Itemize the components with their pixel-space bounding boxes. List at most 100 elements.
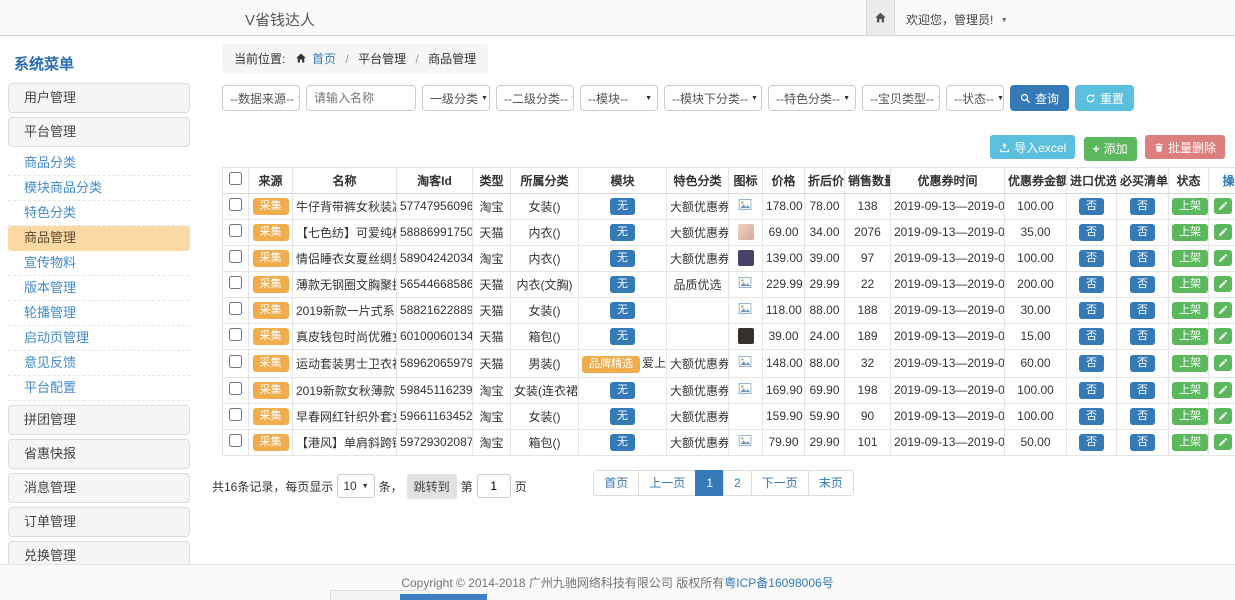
sidebar-item-link[interactable]: 版本管理 bbox=[8, 276, 190, 301]
item-type-select[interactable]: --宝贝类型-- ▼ bbox=[862, 85, 940, 111]
must-buy-toggle[interactable]: 否 bbox=[1130, 224, 1155, 241]
row-checkbox[interactable] bbox=[229, 224, 242, 237]
sidebar-item-link[interactable]: 模块商品分类 bbox=[8, 176, 190, 201]
sidebar-item-link[interactable]: 特色分类 bbox=[8, 201, 190, 226]
status-badge[interactable]: 上架 bbox=[1172, 382, 1208, 399]
import-select-toggle[interactable]: 否 bbox=[1079, 382, 1104, 399]
sidebar-item-active[interactable]: 商品管理 bbox=[8, 226, 190, 251]
edit-button[interactable] bbox=[1214, 198, 1232, 214]
import-excel-button[interactable]: 导入excel bbox=[990, 135, 1075, 159]
level2-category-select[interactable]: --二级分类-- ▼ bbox=[496, 85, 574, 111]
edit-button[interactable] bbox=[1214, 382, 1232, 398]
reset-button[interactable]: 重置 bbox=[1075, 85, 1134, 111]
page-button[interactable]: 首页 bbox=[593, 470, 639, 496]
must-buy-toggle[interactable]: 否 bbox=[1130, 276, 1155, 293]
must-buy-toggle[interactable]: 否 bbox=[1130, 328, 1155, 345]
sidebar-section[interactable]: 消息管理 bbox=[8, 473, 190, 503]
status-badge[interactable]: 上架 bbox=[1172, 434, 1208, 451]
header-home-button[interactable] bbox=[866, 0, 895, 35]
sidebar-section-platform[interactable]: 平台管理 bbox=[8, 117, 190, 147]
product-type: 淘宝 bbox=[473, 245, 511, 271]
status-badge[interactable]: 上架 bbox=[1172, 198, 1208, 215]
edit-button[interactable] bbox=[1214, 408, 1232, 424]
chevron-down-icon: ▼ bbox=[645, 95, 652, 102]
must-buy-toggle[interactable]: 否 bbox=[1130, 198, 1155, 215]
status-badge[interactable]: 上架 bbox=[1172, 355, 1208, 372]
edit-button[interactable] bbox=[1214, 302, 1232, 318]
page-button[interactable]: 2 bbox=[723, 470, 752, 496]
import-select-toggle[interactable]: 否 bbox=[1079, 434, 1104, 451]
batch-delete-button[interactable]: 批量删除 bbox=[1145, 135, 1225, 159]
data-source-select[interactable]: --数据来源-- ▼ bbox=[222, 85, 300, 111]
sidebar-section[interactable]: 订单管理 bbox=[8, 507, 190, 537]
sidebar-section[interactable]: 拼团管理 bbox=[8, 405, 190, 435]
must-buy-toggle[interactable]: 否 bbox=[1130, 302, 1155, 319]
sidebar-item-link[interactable]: 意见反馈 bbox=[8, 351, 190, 376]
row-checkbox[interactable] bbox=[229, 408, 242, 421]
status-badge[interactable]: 上架 bbox=[1172, 328, 1208, 345]
sidebar-item-link[interactable]: 启动页管理 bbox=[8, 326, 190, 351]
page-button[interactable]: 下一页 bbox=[751, 470, 809, 496]
table-row: 采集 运动套装男士卫衣初秋... 589620659791 天猫 男装() 品牌… bbox=[223, 349, 1235, 377]
sidebar-item-link[interactable]: 轮播管理 bbox=[8, 301, 190, 326]
sidebar-section[interactable]: 用户管理 bbox=[8, 83, 190, 113]
column-header: 操作 bbox=[1209, 167, 1235, 193]
must-buy-toggle[interactable]: 否 bbox=[1130, 382, 1155, 399]
import-select-toggle[interactable]: 否 bbox=[1079, 302, 1104, 319]
edit-button[interactable] bbox=[1214, 355, 1232, 371]
search-button[interactable]: 查询 bbox=[1010, 85, 1069, 111]
import-select-toggle[interactable]: 否 bbox=[1079, 198, 1104, 215]
edit-button[interactable] bbox=[1214, 434, 1232, 450]
row-checkbox[interactable] bbox=[229, 355, 242, 368]
import-select-toggle[interactable]: 否 bbox=[1079, 408, 1104, 425]
sidebar-item-link[interactable]: 宣传物料 bbox=[8, 251, 190, 276]
edit-button[interactable] bbox=[1214, 328, 1232, 344]
level1-category-select[interactable]: 一级分类 ▼ bbox=[422, 85, 490, 111]
status-badge[interactable]: 上架 bbox=[1172, 224, 1208, 241]
row-checkbox[interactable] bbox=[229, 328, 242, 341]
page-size-select[interactable]: 10 ▼ bbox=[337, 474, 374, 498]
status-badge[interactable]: 上架 bbox=[1172, 276, 1208, 293]
row-checkbox[interactable] bbox=[229, 198, 242, 211]
must-buy-toggle[interactable]: 否 bbox=[1130, 355, 1155, 372]
name-input[interactable] bbox=[306, 85, 416, 111]
import-select-toggle[interactable]: 否 bbox=[1079, 276, 1104, 293]
page-button-active[interactable]: 1 bbox=[695, 470, 724, 496]
must-buy-toggle[interactable]: 否 bbox=[1130, 250, 1155, 267]
add-button[interactable]: + 添加 bbox=[1084, 137, 1137, 161]
status-badge[interactable]: 上架 bbox=[1172, 250, 1208, 267]
edit-button[interactable] bbox=[1214, 276, 1232, 292]
sidebar-item-link[interactable]: 商品分类 bbox=[8, 151, 190, 176]
status-badge[interactable]: 上架 bbox=[1172, 408, 1208, 425]
edit-button[interactable] bbox=[1214, 250, 1232, 266]
user-menu[interactable]: 欢迎您，管理员! ▼ bbox=[906, 11, 1008, 28]
status-badge[interactable]: 上架 bbox=[1172, 302, 1208, 319]
jump-page-input[interactable] bbox=[477, 474, 511, 498]
page-button[interactable]: 上一页 bbox=[638, 470, 696, 496]
jump-button[interactable]: 跳转到 bbox=[407, 474, 457, 499]
row-checkbox[interactable] bbox=[229, 250, 242, 263]
breadcrumb-home-link[interactable]: 首页 bbox=[312, 52, 336, 66]
import-select-toggle[interactable]: 否 bbox=[1079, 224, 1104, 241]
import-select-toggle[interactable]: 否 bbox=[1079, 355, 1104, 372]
icp-link[interactable]: 粤ICP备16098006号 bbox=[724, 574, 833, 591]
page-button[interactable]: 末页 bbox=[808, 470, 854, 496]
must-buy-toggle[interactable]: 否 bbox=[1130, 408, 1155, 425]
sidebar-section[interactable]: 省惠快报 bbox=[8, 439, 190, 469]
row-checkbox[interactable] bbox=[229, 302, 242, 315]
edit-button[interactable] bbox=[1214, 224, 1232, 240]
import-select-toggle[interactable]: 否 bbox=[1079, 250, 1104, 267]
sidebar-item-link[interactable]: 平台配置 bbox=[8, 376, 190, 401]
import-select-toggle[interactable]: 否 bbox=[1079, 328, 1104, 345]
row-checkbox[interactable] bbox=[229, 434, 242, 447]
must-buy-toggle[interactable]: 否 bbox=[1130, 434, 1155, 451]
feature-category-select[interactable]: --特色分类-- ▼ bbox=[768, 85, 856, 111]
status-select[interactable]: --状态-- ▼ bbox=[946, 85, 1004, 111]
module-select[interactable]: --模块-- ▼ bbox=[580, 85, 658, 111]
row-checkbox[interactable] bbox=[229, 276, 242, 289]
breadcrumb-prefix: 当前位置: bbox=[234, 52, 285, 66]
product-type: 天猫 bbox=[473, 323, 511, 349]
select-all-checkbox[interactable] bbox=[229, 172, 242, 185]
row-checkbox[interactable] bbox=[229, 382, 242, 395]
module-sub-category-select[interactable]: --模块下分类-- ▼ bbox=[664, 85, 762, 111]
